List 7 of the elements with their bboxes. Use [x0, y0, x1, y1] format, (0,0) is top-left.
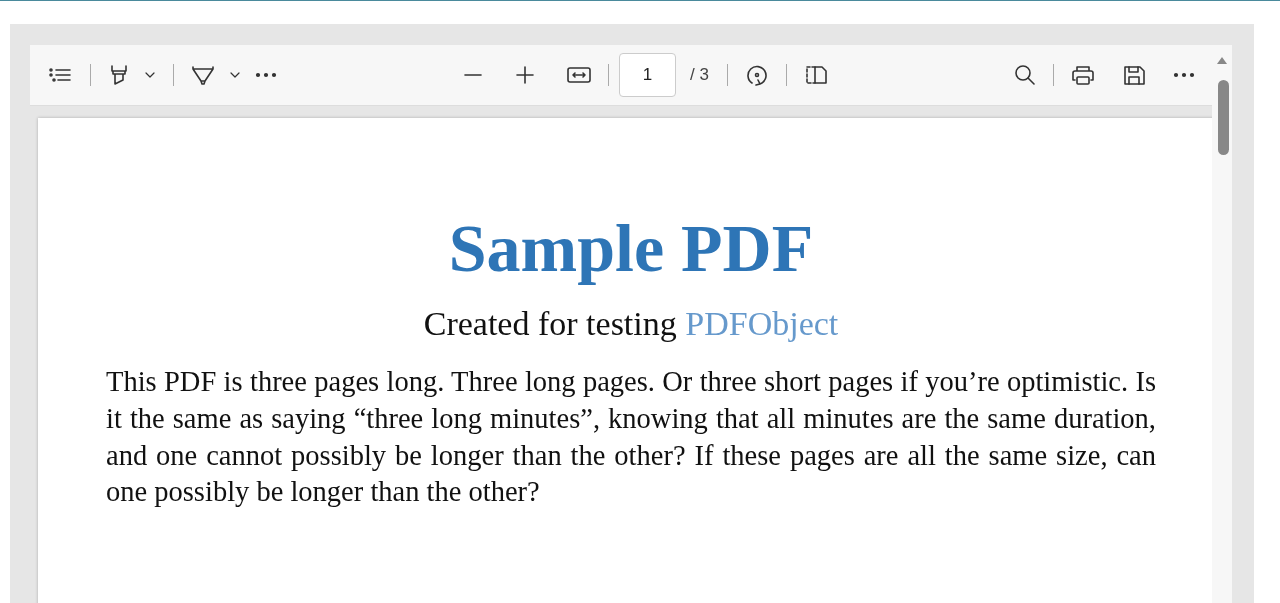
scroll-thumb[interactable] — [1218, 80, 1229, 155]
page-number-field[interactable]: 1 — [619, 53, 677, 97]
document-subtitle: Created for testing PDFObject — [422, 304, 840, 344]
scroll-up-icon[interactable] — [1216, 55, 1228, 65]
page-count: / 3 — [690, 65, 709, 85]
document-paragraph: This PDF is three pages long. Three long pages. Or three short pages if you’re optimistic. Is it the same as saying “three long minutes”, knowing that all minutes are the same duration, and one cannot possibly be longer than the other? If these pages are all the same size, can one possibly be longer than the other? — [106, 365, 1156, 510]
document-title: Sample PDF — [447, 209, 815, 288]
